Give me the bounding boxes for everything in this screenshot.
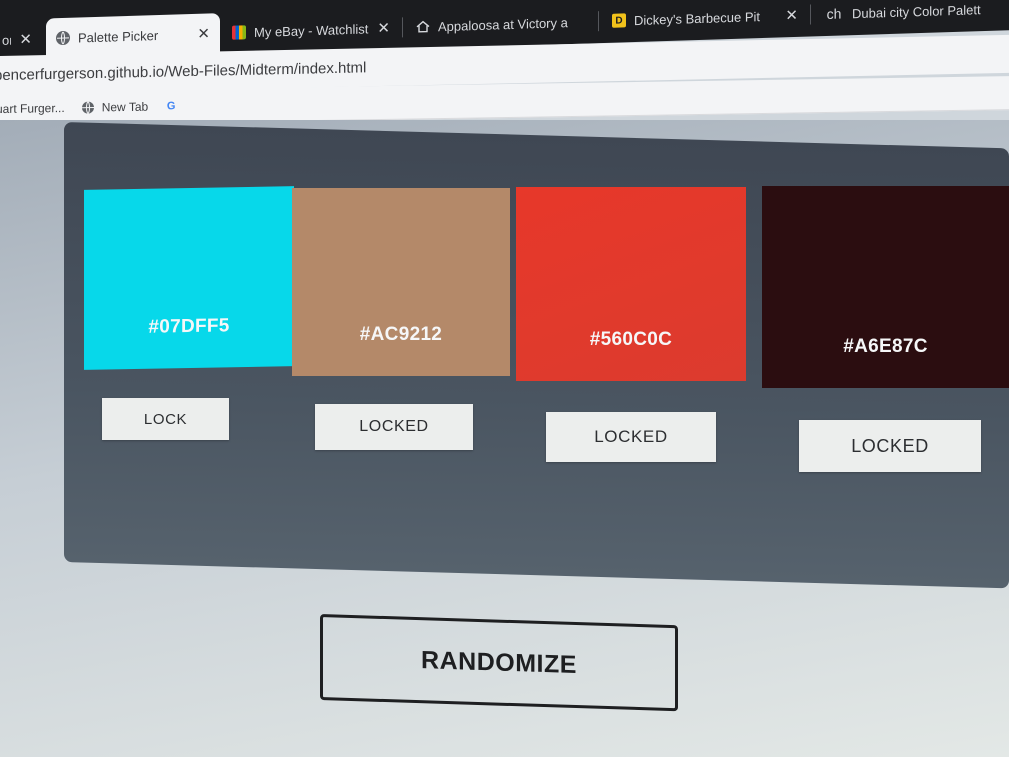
tab-separator <box>810 4 811 25</box>
lock-button-2[interactable]: LOCKED <box>315 404 473 450</box>
randomize-button[interactable]: RANDOMIZE <box>320 614 678 712</box>
google-icon: G <box>166 99 176 112</box>
tab-dubai-palette[interactable]: ch Dubai city Color Palett <box>814 0 1009 34</box>
color-swatch-2: #AC9212 <box>292 188 510 376</box>
tab-title: My eBay - Watchlist <box>254 20 369 40</box>
swatch-hex-label: #07DFF5 <box>148 315 230 338</box>
tab-title: Dickey's Barbecue Pit <box>634 8 761 28</box>
close-icon[interactable]: ✕ <box>377 19 390 37</box>
shopping-bag-icon <box>232 25 246 40</box>
close-icon[interactable]: ✕ <box>19 30 32 48</box>
bookmark-label: New Tab <box>101 99 149 114</box>
tab-title: Dubai city Color Palett <box>852 1 981 21</box>
url-text[interactable]: pencerfurgerson.github.io/Web-Files/Midt… <box>0 59 366 84</box>
swatch-hex-label: #560C0C <box>589 329 673 350</box>
tab-ebay-watchlist[interactable]: My eBay - Watchlist ✕ <box>222 7 400 53</box>
color-swatch-3: #560C0C <box>516 187 746 381</box>
color-swatch-1: #07DFF5 <box>84 186 294 370</box>
close-icon[interactable]: ✕ <box>785 6 798 24</box>
lock-button-1[interactable]: LOCK <box>102 398 229 440</box>
dickeys-logo-icon: D <box>612 13 626 28</box>
color-swatch-4: #A6E87C <box>762 186 1009 388</box>
tab-separator <box>598 11 599 32</box>
bookmark-furgerson[interactable]: uart Furger... <box>0 100 65 115</box>
tab-title: ome <box>2 32 12 48</box>
lock-button-3[interactable]: LOCKED <box>546 412 716 462</box>
home-icon <box>416 19 430 33</box>
tab-home[interactable]: ome ✕ <box>0 19 42 61</box>
bookmark-google[interactable]: G <box>164 99 185 113</box>
ch-logo-icon: ch <box>826 5 842 23</box>
tab-dickeys[interactable]: D Dickey's Barbecue Pit ✕ <box>602 0 808 41</box>
tab-title: Appaloosa at Victory a <box>438 14 568 34</box>
globe-icon <box>81 100 95 114</box>
bookmark-new-tab[interactable]: New Tab <box>81 99 148 114</box>
bookmark-label: uart Furger... <box>0 100 65 116</box>
swatch-hex-label: #AC9212 <box>359 324 443 345</box>
globe-icon <box>56 30 70 46</box>
swatch-hex-label: #A6E87C <box>843 336 928 357</box>
close-icon[interactable]: ✕ <box>197 24 210 42</box>
tab-separator <box>402 17 403 38</box>
lock-button-4[interactable]: LOCKED <box>799 420 981 472</box>
tab-title: Palette Picker <box>78 27 159 46</box>
tab-appaloosa[interactable]: Appaloosa at Victory a <box>406 1 596 47</box>
